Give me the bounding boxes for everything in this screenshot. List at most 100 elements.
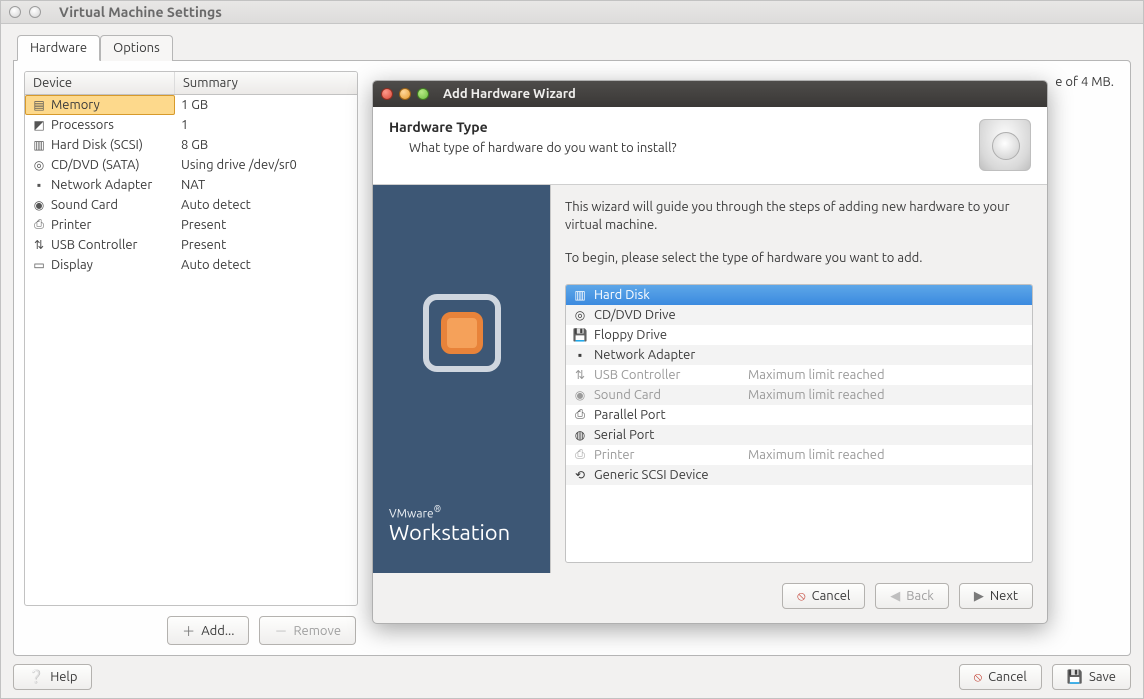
device-row[interactable]: ▪Network AdapterNAT bbox=[25, 175, 357, 195]
hardware-type-icon: ◎ bbox=[572, 307, 588, 323]
device-name: Memory bbox=[51, 98, 100, 112]
hardware-type-item[interactable]: ◎ CD/DVD Drive bbox=[566, 305, 1032, 325]
wizard-close-icon[interactable] bbox=[381, 88, 393, 100]
vmware-logo-icon bbox=[423, 294, 501, 372]
wizard-title: Add Hardware Wizard bbox=[443, 87, 576, 101]
device-name: USB Controller bbox=[51, 238, 137, 252]
device-summary: NAT bbox=[175, 176, 357, 194]
hardware-type-label: Network Adapter bbox=[594, 348, 695, 362]
device-summary: 8 GB bbox=[175, 136, 357, 154]
wizard-buttons: ⦸ Cancel ◀ Back ▶ Next bbox=[373, 573, 1047, 623]
hardware-type-label: Serial Port bbox=[594, 428, 654, 442]
hardware-type-icon: ⇅ bbox=[572, 367, 588, 383]
device-header-summary: Summary bbox=[175, 72, 357, 94]
hardware-type-item: ◉Sound CardMaximum limit reached bbox=[566, 385, 1032, 405]
wizard-intro-2: To begin, please select the type of hard… bbox=[565, 250, 1033, 268]
hardware-type-item[interactable]: ⎙Parallel Port bbox=[566, 405, 1032, 425]
hardware-type-note: Maximum limit reached bbox=[748, 388, 1026, 402]
brand-reg: ® bbox=[434, 504, 441, 514]
save-label: Save bbox=[1089, 670, 1116, 684]
hardware-type-label: Hard Disk bbox=[594, 288, 650, 302]
device-name: Sound Card bbox=[51, 198, 118, 212]
hardware-type-list[interactable]: ▥Hard Disk ◎ CD/DVD Drive 💾Floppy Drive▪Net… bbox=[565, 284, 1033, 563]
device-summary: Using drive /dev/sr0 bbox=[175, 156, 357, 174]
device-summary: 1 bbox=[175, 116, 357, 134]
device-icon: ▪ bbox=[31, 177, 47, 193]
remove-device-label: Remove bbox=[293, 624, 341, 638]
help-label: Help bbox=[50, 670, 77, 684]
window-minimize-icon[interactable] bbox=[29, 6, 41, 18]
remove-device-button: － Remove bbox=[259, 616, 356, 645]
device-row[interactable]: ◉Sound CardAuto detect bbox=[25, 195, 357, 215]
device-header-device: Device bbox=[25, 72, 175, 94]
device-row[interactable]: ◎CD/DVD (SATA)Using drive /dev/sr0 bbox=[25, 155, 357, 175]
device-row[interactable]: ▭ Display Auto detect bbox=[25, 255, 357, 275]
device-summary: 1 GB bbox=[175, 96, 357, 114]
device-row[interactable]: ⇅ USB Controller Present bbox=[25, 235, 357, 255]
add-device-button[interactable]: ＋ Add... bbox=[167, 616, 249, 645]
save-button[interactable]: 💾 Save bbox=[1052, 664, 1131, 690]
wizard-minimize-icon[interactable] bbox=[399, 88, 411, 100]
help-button[interactable]: ❔ Help bbox=[13, 664, 92, 690]
hardware-type-label: CD/DVD Drive bbox=[594, 308, 676, 322]
device-row[interactable]: ⎙PrinterPresent bbox=[25, 215, 357, 235]
hardware-type-item[interactable]: ◍ Serial Port bbox=[566, 425, 1032, 445]
hardware-type-item[interactable]: 💾Floppy Drive bbox=[566, 325, 1032, 345]
device-table-header: Device Summary bbox=[25, 72, 357, 95]
hardware-type-note: Maximum limit reached bbox=[748, 368, 1026, 382]
device-name: Hard Disk (SCSI) bbox=[51, 138, 143, 152]
device-row[interactable]: ◩ Processors 1 bbox=[25, 115, 357, 135]
wizard-back-label: Back bbox=[906, 589, 934, 603]
hardware-type-label: Parallel Port bbox=[594, 408, 666, 422]
wizard-intro-1: This wizard will guide you through the s… bbox=[565, 199, 1033, 234]
wizard-back-button: ◀ Back bbox=[875, 583, 949, 609]
device-summary: Auto detect bbox=[175, 196, 357, 214]
device-name: Printer bbox=[51, 218, 91, 232]
device-icon: ▭ bbox=[31, 257, 47, 273]
hardware-type-label: Printer bbox=[594, 448, 634, 462]
plus-icon: ＋ bbox=[182, 621, 195, 640]
hardware-type-item[interactable]: ⟲Generic SCSI Device bbox=[566, 465, 1032, 485]
device-name: Processors bbox=[51, 118, 114, 132]
bottom-bar: ❔ Help ⦸ Cancel 💾 Save bbox=[1, 656, 1143, 698]
wizard-main: This wizard will guide you through the s… bbox=[551, 185, 1047, 573]
wizard-next-label: Next bbox=[990, 589, 1018, 603]
tab-options[interactable]: Options bbox=[100, 35, 173, 61]
device-icon: ▥ bbox=[31, 137, 47, 153]
wizard-subheading: What type of hardware do you want to ins… bbox=[409, 141, 1031, 155]
device-row[interactable]: ▤Memory1 GB bbox=[25, 95, 357, 115]
titlebar: Virtual Machine Settings bbox=[1, 1, 1143, 24]
back-icon: ◀ bbox=[890, 589, 900, 604]
brand-workstation: Workstation bbox=[389, 520, 534, 545]
device-icon: ◩ bbox=[31, 117, 47, 133]
hardware-type-item[interactable]: ▥Hard Disk bbox=[566, 285, 1032, 305]
next-icon: ▶ bbox=[974, 589, 984, 604]
wizard-titlebar[interactable]: Add Hardware Wizard bbox=[373, 81, 1047, 107]
device-name: Display bbox=[51, 258, 93, 272]
wizard-cancel-button[interactable]: ⦸ Cancel bbox=[782, 583, 865, 609]
wizard-maximize-icon[interactable] bbox=[417, 88, 429, 100]
window-close-icon[interactable] bbox=[9, 6, 21, 18]
help-icon: ❔ bbox=[28, 670, 44, 685]
hardware-type-icon: 💾 bbox=[572, 327, 588, 343]
tab-hardware[interactable]: Hardware bbox=[17, 35, 100, 61]
brand-vmware: VMware bbox=[389, 507, 434, 520]
wizard-next-button[interactable]: ▶ Next bbox=[959, 583, 1033, 609]
add-device-label: Add... bbox=[201, 624, 234, 638]
device-summary: Auto detect bbox=[175, 256, 357, 274]
app-window: Virtual Machine Settings Hardware Option… bbox=[0, 0, 1144, 699]
wizard-brand: VMware® Workstation bbox=[373, 482, 550, 573]
wizard-heading: Hardware Type bbox=[389, 119, 1031, 135]
wizard-logo-area bbox=[373, 185, 550, 482]
device-summary: Present bbox=[175, 216, 357, 234]
hardware-type-icon: ◍ bbox=[572, 427, 588, 443]
cancel-button[interactable]: ⦸ Cancel bbox=[959, 664, 1042, 690]
device-icon: ⇅ bbox=[31, 237, 47, 253]
cancel-icon: ⦸ bbox=[797, 589, 805, 604]
device-row[interactable]: ▥ Hard Disk (SCSI) 8 GB bbox=[25, 135, 357, 155]
hardware-type-note: Maximum limit reached bbox=[748, 448, 1026, 462]
hardware-type-item[interactable]: ▪Network Adapter bbox=[566, 345, 1032, 365]
device-summary: Present bbox=[175, 236, 357, 254]
wizard-sidebar: VMware® Workstation bbox=[373, 185, 551, 573]
device-table[interactable]: Device Summary ▤Memory1 GB◩Processors1▥H… bbox=[24, 71, 358, 606]
